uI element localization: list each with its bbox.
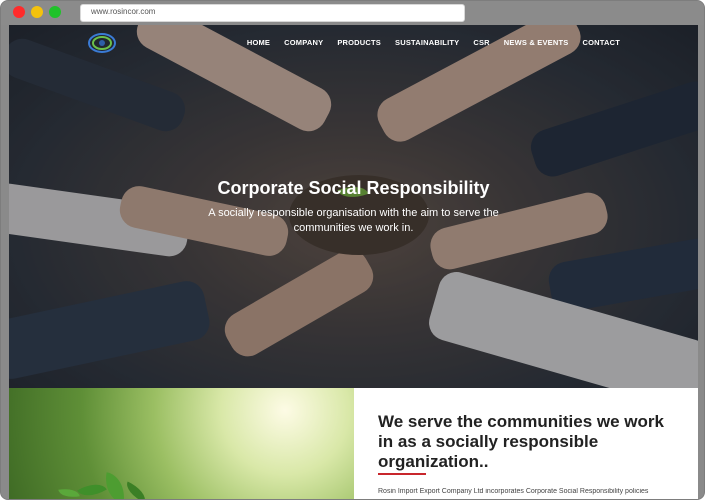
nav-csr[interactable]: CSR	[473, 38, 489, 47]
hero-section: HOME COMPANY PRODUCTS SUSTAINABILITY CSR…	[9, 25, 698, 388]
address-bar[interactable]: www.rosincor.com	[80, 4, 465, 22]
page-viewport: HOME COMPANY PRODUCTS SUSTAINABILITY CSR…	[9, 25, 698, 499]
browser-titlebar: www.rosincor.com	[1, 1, 704, 25]
csr-intro-section: We serve the communities we work in as a…	[354, 388, 698, 499]
leaf-shape	[122, 481, 150, 499]
section-body-text: Rosin Import Export Company Ltd incorpor…	[378, 488, 649, 495]
minimize-window-button[interactable]	[31, 6, 43, 18]
hero-title: Corporate Social Responsibility	[217, 178, 490, 198]
nav-sustainability[interactable]: SUSTAINABILITY	[395, 38, 459, 47]
nav-products[interactable]: PRODUCTS	[337, 38, 381, 47]
nature-image	[9, 388, 354, 499]
nav-company[interactable]: COMPANY	[284, 38, 323, 47]
nav-contact[interactable]: CONTACT	[582, 38, 620, 47]
nav-home[interactable]: HOME	[247, 38, 270, 47]
close-window-button[interactable]	[13, 6, 25, 18]
url-text: www.rosincor.com	[91, 7, 156, 16]
leaf-shape	[58, 486, 80, 499]
main-nav: HOME COMPANY PRODUCTS SUSTAINABILITY CSR…	[247, 38, 620, 47]
leaf-shape	[77, 477, 107, 499]
headline-underline	[378, 473, 426, 475]
leaf-shape	[101, 472, 129, 499]
section-headline: We serve the communities we work in as a…	[378, 412, 664, 471]
maximize-window-button[interactable]	[49, 6, 61, 18]
hero-subtitle: A socially responsible organisation with…	[208, 207, 499, 234]
nav-news-events[interactable]: NEWS & EVENTS	[504, 38, 569, 47]
browser-window: www.rosincor.com HOME COMPANY PRODUCTS S…	[0, 0, 705, 500]
company-logo[interactable]	[87, 31, 117, 55]
